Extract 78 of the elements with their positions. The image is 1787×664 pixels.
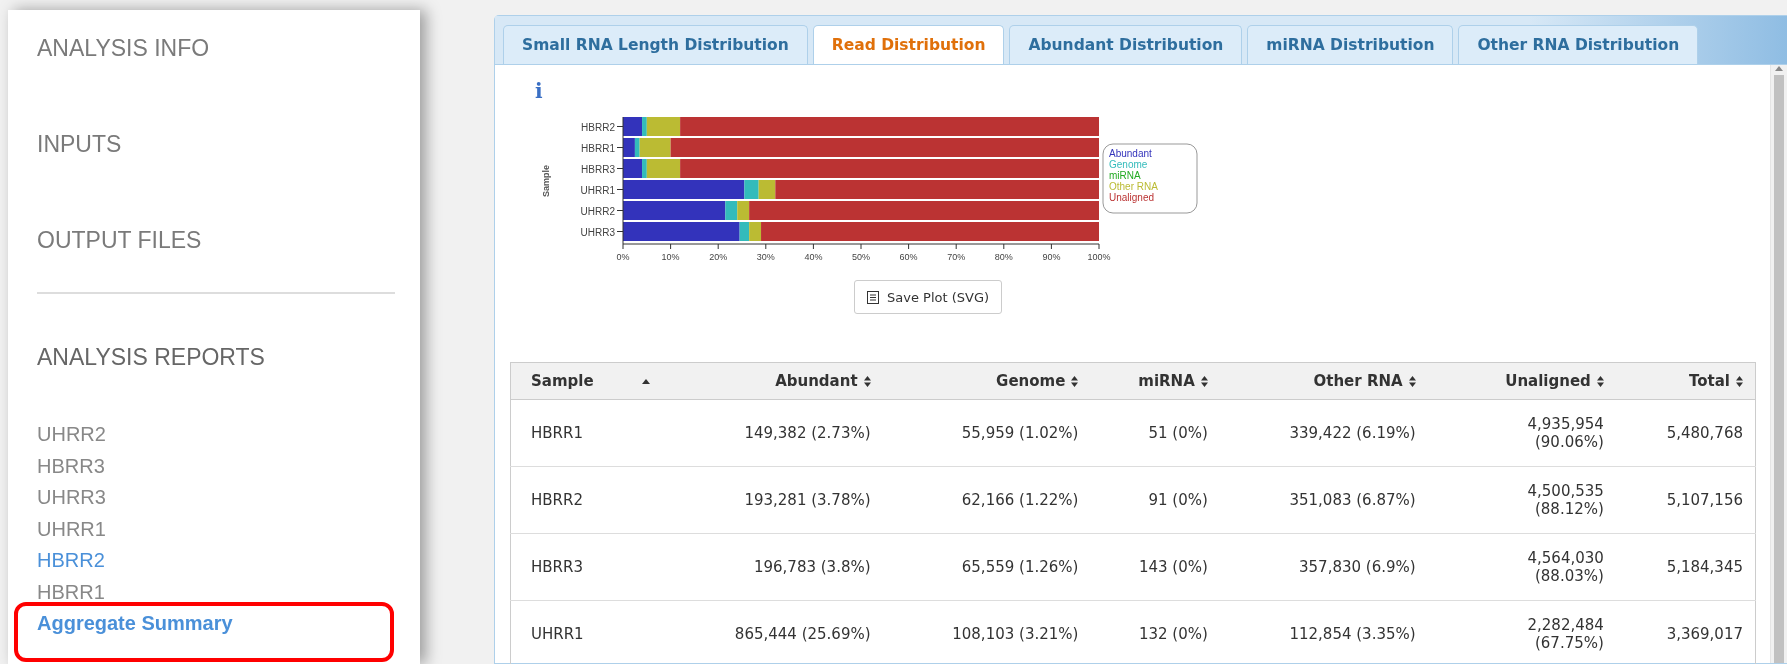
section-heading: ANALYSIS REPORTS bbox=[37, 344, 266, 371]
tick-label: 50% bbox=[852, 252, 870, 262]
category-label: HBRR2 bbox=[581, 121, 615, 133]
table-cell: 351,083 (6.87%) bbox=[1219, 466, 1428, 534]
table-cell: 5,184,345 bbox=[1615, 533, 1756, 601]
table-cell: 2,282,484 (67.75%) bbox=[1427, 600, 1616, 664]
tick-label: 90% bbox=[1042, 252, 1061, 262]
axis-title: Sample bbox=[541, 165, 551, 197]
scrollbar[interactable] bbox=[1770, 65, 1787, 663]
column-header[interactable]: Unaligned bbox=[1427, 362, 1616, 400]
tick-label: 30% bbox=[756, 252, 775, 262]
sidebar-section-link[interactable]: ANALYSIS INFO bbox=[37, 0, 420, 96]
legend-label: Abundant bbox=[1109, 148, 1152, 159]
sidebar-section-link[interactable]: INPUTS bbox=[37, 96, 420, 192]
table-cell: 5,107,156 bbox=[1615, 466, 1756, 534]
table-cell: 62,166 (1.22%) bbox=[882, 466, 1091, 534]
table-cell: 4,500,535 (88.12%) bbox=[1427, 466, 1616, 534]
tick-label: 80% bbox=[994, 252, 1013, 262]
tick-label: 20% bbox=[709, 252, 728, 262]
sidebar-section-link[interactable]: OUTPUT FILES bbox=[37, 192, 420, 288]
tick-label: 40% bbox=[804, 252, 823, 262]
column-header[interactable]: Total bbox=[1615, 362, 1756, 400]
column-header[interactable]: Genome bbox=[882, 362, 1091, 400]
save-plot-button[interactable]: Save Plot (SVG) bbox=[854, 280, 1003, 314]
table-cell: 149,382 (2.73%) bbox=[661, 399, 883, 467]
tab[interactable]: Abundant Distribution bbox=[1009, 25, 1243, 64]
table-cell: 3,369,017 bbox=[1615, 600, 1756, 664]
legend-label: Genome bbox=[1109, 159, 1148, 170]
report-link[interactable]: HBRR3 bbox=[37, 451, 420, 483]
table-cell: 108,103 (3.21%) bbox=[882, 600, 1091, 664]
table-cell: HBRR1 bbox=[510, 399, 662, 467]
legend-label: Unaligned bbox=[1109, 192, 1155, 203]
column-header[interactable]: Other RNA bbox=[1219, 362, 1428, 400]
table-cell: HBRR3 bbox=[510, 533, 662, 601]
document-icon bbox=[867, 290, 879, 304]
table-cell: 865,444 (25.69%) bbox=[661, 600, 883, 664]
report-link[interactable]: UHRR1 bbox=[37, 514, 420, 546]
tick-label: 60% bbox=[899, 252, 918, 262]
table-cell: 193,281 (3.78%) bbox=[661, 466, 883, 534]
column-header[interactable]: miRNA bbox=[1090, 362, 1220, 400]
category-label: UHRR3 bbox=[580, 226, 615, 238]
table-cell: UHRR1 bbox=[510, 600, 662, 664]
column-header[interactable]: Abundant bbox=[661, 362, 883, 400]
table-cell: 143 (0%) bbox=[1090, 533, 1220, 601]
info-icon[interactable]: i bbox=[535, 79, 543, 103]
table-cell: 339,422 (6.19%) bbox=[1219, 399, 1428, 467]
table-cell: 4,935,954 (90.06%) bbox=[1427, 399, 1616, 467]
column-header[interactable]: Sample bbox=[510, 362, 662, 400]
tick-label: 10% bbox=[661, 252, 680, 262]
legend-label: Other RNA bbox=[1109, 181, 1158, 192]
tick-label: 100% bbox=[1087, 252, 1111, 262]
legend-label: miRNA bbox=[1109, 170, 1141, 181]
category-label: HBRR3 bbox=[581, 163, 615, 175]
category-label: UHRR2 bbox=[580, 205, 615, 217]
report-link[interactable]: HBRR1 bbox=[37, 577, 420, 609]
table-cell: 5,480,768 bbox=[1615, 399, 1756, 467]
tick-label: 0% bbox=[616, 252, 630, 262]
table-cell: 91 (0%) bbox=[1090, 466, 1220, 534]
table-cell: HBRR2 bbox=[510, 466, 662, 534]
category-label: HBRR1 bbox=[581, 142, 615, 154]
tab[interactable]: Small RNA Length Distribution bbox=[503, 25, 808, 64]
table-cell: 112,854 (3.35%) bbox=[1219, 600, 1428, 664]
report-link[interactable]: HBRR2 bbox=[37, 546, 420, 578]
table-cell: 357,830 (6.9%) bbox=[1219, 533, 1428, 601]
report-link[interactable]: UHRR3 bbox=[37, 483, 420, 515]
table-cell: 132 (0%) bbox=[1090, 600, 1220, 664]
tab[interactable]: Read Distribution bbox=[812, 25, 1005, 64]
tick-label: 70% bbox=[947, 252, 966, 262]
report-link[interactable]: Aggregate Summary bbox=[37, 609, 420, 641]
tab[interactable]: miRNA Distribution bbox=[1247, 25, 1454, 64]
table-cell: 65,559 (1.26%) bbox=[882, 533, 1091, 601]
table-cell: 196,783 (3.8%) bbox=[661, 533, 883, 601]
category-label: UHRR1 bbox=[580, 184, 615, 196]
table-cell: 55,959 (1.02%) bbox=[882, 399, 1091, 467]
report-link[interactable]: UHRR2 bbox=[37, 420, 420, 452]
table-cell: 51 (0%) bbox=[1090, 399, 1220, 467]
tab[interactable]: Other RNA Distribution bbox=[1458, 25, 1699, 64]
table-cell: 4,564,030 (88.03%) bbox=[1427, 533, 1616, 601]
